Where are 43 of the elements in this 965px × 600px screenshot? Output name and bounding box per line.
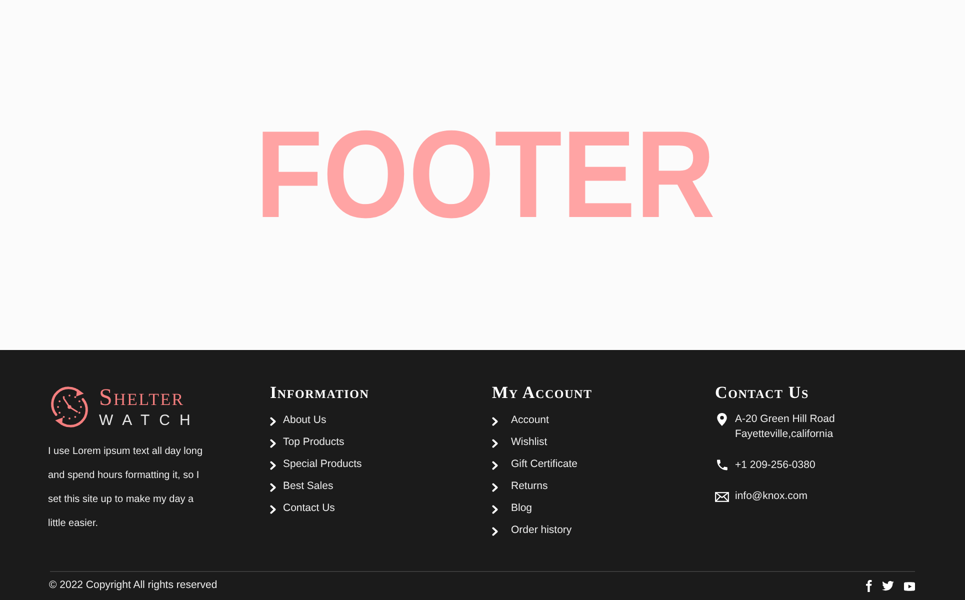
youtube-icon — [904, 582, 915, 590]
footer-link[interactable]: Returns — [511, 479, 548, 495]
column-heading: Information — [270, 384, 370, 402]
chevron-icon — [492, 460, 498, 470]
twitter-icon — [882, 581, 894, 591]
brand-tagline: WATCH — [99, 413, 200, 428]
footer-link[interactable]: Top Products — [283, 435, 344, 451]
email-address: info@knox.com — [735, 489, 808, 504]
chevron-icon — [270, 416, 276, 426]
social-link[interactable] — [904, 582, 915, 590]
social-link[interactable] — [866, 580, 872, 592]
chevron-icon — [492, 438, 498, 448]
footer-link[interactable]: About Us — [283, 413, 326, 429]
social-link[interactable] — [882, 581, 894, 591]
chevron-icon — [270, 482, 276, 492]
phone-number: +1 209-256-0380 — [735, 458, 816, 473]
hero-title: FOOTER — [256, 113, 716, 237]
clock-logo-icon — [48, 386, 91, 428]
footer-link[interactable]: Contact Us — [283, 501, 335, 517]
phone-icon — [716, 459, 728, 471]
footer-link[interactable]: Order history — [511, 523, 572, 539]
pin-icon — [717, 413, 727, 426]
footer-link[interactable]: Blog — [511, 501, 532, 517]
chevron-icon — [270, 438, 276, 448]
footer-link[interactable]: Account — [511, 413, 549, 429]
footer-link[interactable]: Best Sales — [283, 479, 334, 495]
footer-link[interactable]: Wishlist — [511, 435, 548, 451]
footer-link[interactable]: Special Products — [283, 457, 362, 473]
column-heading: Contact Us — [715, 384, 810, 402]
chevron-icon — [492, 526, 498, 536]
brand-name: Shelter — [99, 386, 186, 410]
chevron-icon — [270, 460, 276, 470]
chevron-icon — [492, 504, 498, 514]
address-text: A-20 Green Hill Road Fayetteville,california — [735, 412, 835, 442]
facebook-icon — [866, 580, 872, 592]
chevron-icon — [492, 416, 498, 426]
about-text: I use Lorem ipsum text all day long and spend hours formatting it, so I set this site up to make my day a little easier. — [48, 445, 204, 531]
column-heading: My Account — [492, 384, 594, 402]
envelope-icon — [715, 492, 729, 502]
footer-link[interactable]: Gift Certificate — [511, 457, 578, 473]
copyright-text: © 2022 Copyright All rights reserved — [49, 578, 218, 594]
chevron-icon — [270, 504, 276, 514]
chevron-icon — [492, 482, 498, 492]
